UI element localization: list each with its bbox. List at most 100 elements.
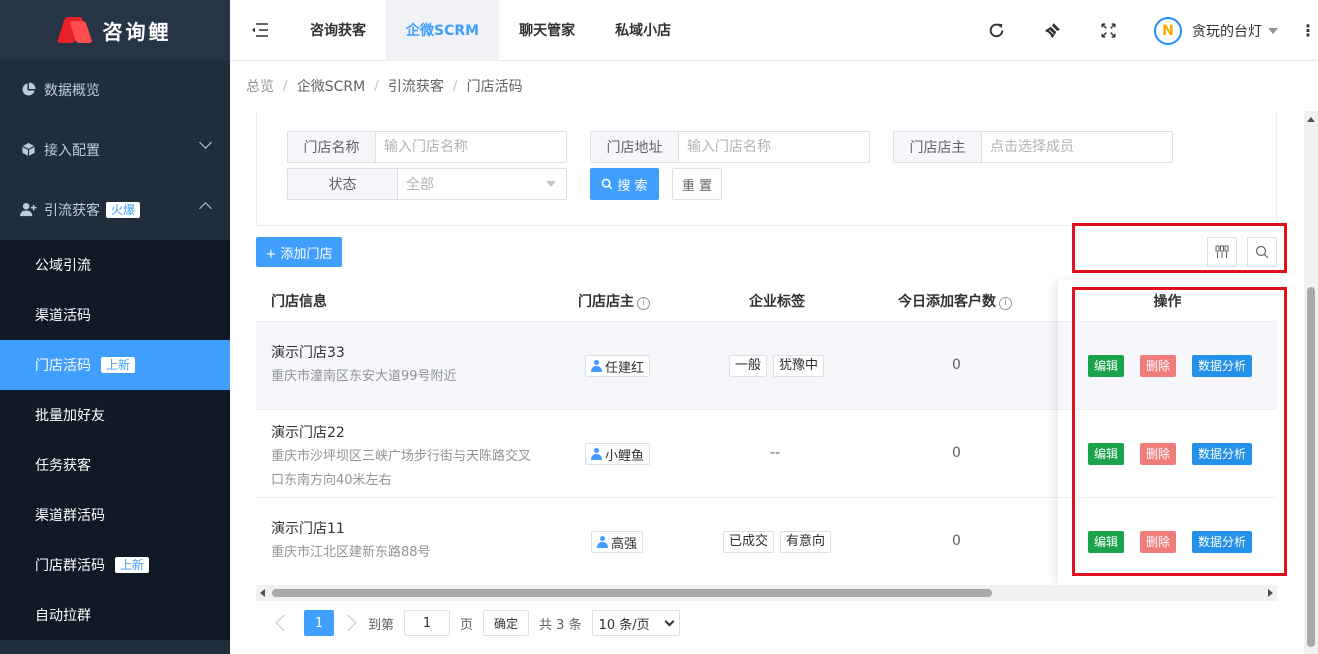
today-added-count: 0 (952, 533, 961, 549)
avatar: N (1154, 16, 1182, 45)
info-icon[interactable]: i (637, 296, 650, 310)
page-number-current[interactable]: 1 (304, 610, 334, 636)
new-badge: 上新 (101, 357, 136, 373)
filter-panel: 门店名称 门店地址 门店店主 状态 全部 搜 索 重 置 (256, 111, 1277, 226)
scrollbar-thumb[interactable] (1307, 287, 1315, 647)
enterprise-tag: 已成交 (723, 531, 775, 553)
sidebar-subitem-batch-add-friends[interactable]: 批量加好友 (0, 390, 230, 440)
sidebar-subitem-store-code[interactable]: 门店活码 上新 (0, 340, 230, 390)
owner-cell: 高强 (591, 531, 644, 553)
fullscreen-icon[interactable] (1080, 0, 1136, 61)
store-owner-filter: 门店店主 (893, 131, 1173, 163)
today-added-count: 0 (952, 357, 961, 373)
status-select-value: 全部 (406, 177, 434, 193)
subitem-label: 渠道群活码 (35, 508, 105, 524)
sidebar-subitem-auto-group[interactable]: 自动拉群 (0, 590, 230, 640)
pagination: 1 到第 1 页 确定 共 3 条 10 条/页 (270, 610, 680, 636)
breadcrumb-separator: / (374, 78, 379, 94)
user-menu[interactable]: N 贪玩的台灯 ⋮ (1136, 0, 1318, 61)
search-button[interactable]: 搜 索 (590, 168, 659, 200)
header-label: 今日添加客户数 (898, 293, 996, 310)
store-address-filter: 门店地址 (590, 131, 870, 163)
caret-down-icon (546, 181, 556, 187)
scroll-up-icon[interactable] (1307, 117, 1315, 122)
filter-label: 门店地址 (591, 132, 679, 162)
sidebar-item-label: 接入配置 (44, 143, 100, 159)
pie-chart-icon (20, 82, 36, 98)
store-address-input[interactable] (679, 132, 869, 162)
reset-button[interactable]: 重 置 (672, 168, 722, 200)
submenu: 公域引流 渠道活码 门店活码 上新 批量加好友 任务获客 渠道群活码 门店群活码… (0, 240, 230, 640)
more-vertical-icon[interactable]: ⋮ (1300, 21, 1316, 40)
sidebar-item-lead-generation[interactable]: 引流获客 火爆 (0, 180, 230, 240)
sidebar-subitem-channel-group-code[interactable]: 渠道群活码 (0, 490, 230, 540)
goto-page-input[interactable]: 1 (404, 610, 451, 636)
search-button-label: 搜 索 (617, 178, 648, 194)
owner-tag[interactable]: 任建红 (585, 355, 651, 377)
refresh-icon[interactable] (968, 0, 1024, 61)
info-icon[interactable]: i (999, 296, 1012, 310)
breadcrumb: 总览 / 企微SCRM / 引流获客 / 门店活码 (246, 61, 523, 111)
header-store-info: 门店信息 (271, 293, 327, 310)
header-store-owner: 门店店主 i (578, 291, 650, 311)
search-icon (602, 178, 613, 190)
store-address: 重庆市江北区建新东路88号 (271, 545, 431, 560)
prev-page-icon[interactable] (275, 614, 293, 632)
empty-tags: -- (770, 445, 781, 461)
tab-wecom-scrm[interactable]: 企微SCRM (386, 0, 500, 61)
subitem-label: 渠道活码 (35, 308, 91, 324)
hot-badge: 火爆 (106, 202, 141, 218)
subitem-label: 任务获客 (35, 458, 91, 474)
tab-chat-manager[interactable]: 聊天管家 (499, 0, 595, 61)
add-store-button[interactable]: + 添加门店 (256, 237, 342, 267)
scroll-right-icon[interactable] (1268, 589, 1273, 597)
user-name: 贪玩的台灯 (1192, 23, 1262, 40)
top-navbar: 咨询获客 企微SCRM 聊天管家 私域小店 N 贪玩的台灯 ⋮ (230, 0, 1318, 61)
horizontal-scrollbar[interactable] (256, 585, 1277, 601)
sidebar-subitem-public-traffic[interactable]: 公域引流 (0, 240, 230, 290)
store-name-input[interactable] (376, 132, 566, 162)
breadcrumb-item[interactable]: 总览 (246, 76, 274, 96)
owner-name: 小鲤鱼 (605, 448, 645, 464)
subitem-label: 批量加好友 (35, 408, 105, 424)
store-address: 重庆市沙坪坝区三峡广场步行街与天陈路交叉 (271, 449, 532, 464)
store-name: 演示门店11 (271, 521, 345, 537)
breadcrumb-item[interactable]: 企微SCRM (297, 76, 365, 96)
sidebar: 咨询鲤 数据概览 接入配置 引流获客 火爆 公域引流 渠道活码 门店活码 上新 … (0, 0, 230, 654)
store-owner-input[interactable] (982, 132, 1172, 162)
tab-private-shop[interactable]: 私域小店 (595, 0, 691, 61)
breadcrumb-separator: / (452, 78, 458, 94)
status-select[interactable]: 全部 (398, 169, 566, 199)
store-info: 演示门店33 重庆市潼南区东安大道99号附近 (271, 342, 457, 391)
sidebar-subitem-store-group-code[interactable]: 门店群活码 上新 (0, 540, 230, 590)
store-address: 重庆市潼南区东安大道99号附近 (271, 369, 457, 384)
confirm-page-button[interactable]: 确定 (483, 610, 530, 636)
header-label: 门店店主 (578, 293, 634, 310)
sidebar-subitem-task-acquisition[interactable]: 任务获客 (0, 440, 230, 490)
owner-tag[interactable]: 小鲤鱼 (585, 443, 651, 465)
vertical-scrollbar[interactable] (1304, 111, 1318, 654)
main-content: 门店名称 门店地址 门店店主 状态 全部 搜 索 重 置 + 添加门店 (230, 111, 1304, 654)
goto-label: 到第 (368, 617, 395, 633)
owner-tag[interactable]: 高强 (591, 531, 644, 553)
collapse-menu-icon[interactable] (230, 0, 290, 61)
sidebar-subitem-channel-code[interactable]: 渠道活码 (0, 290, 230, 340)
tab-consult-acquisition[interactable]: 咨询获客 (290, 0, 386, 61)
scrollbar-thumb[interactable] (272, 589, 992, 597)
subitem-label: 门店群活码 (35, 558, 105, 574)
page-size-select[interactable]: 10 条/页 (591, 610, 680, 636)
sidebar-item-access-config[interactable]: 接入配置 (0, 120, 230, 180)
breadcrumb-item[interactable]: 引流获客 (388, 76, 444, 96)
breadcrumb-separator: / (283, 78, 288, 94)
subitem-label: 自动拉群 (35, 608, 91, 624)
total-count: 共 3 条 (539, 617, 582, 633)
subitem-label: 门店活码 (35, 358, 91, 374)
sidebar-item-label: 引流获客 (44, 203, 100, 219)
scroll-left-icon[interactable] (260, 589, 265, 597)
enterprise-tag: 一般 (729, 355, 768, 377)
sidebar-item-data-overview[interactable]: 数据概览 (0, 60, 230, 120)
clear-cache-brush-icon[interactable] (1024, 0, 1080, 61)
next-page-icon[interactable] (339, 614, 357, 632)
enterprise-tag: 有意向 (780, 531, 832, 553)
logo[interactable]: 咨询鲤 (0, 0, 230, 60)
